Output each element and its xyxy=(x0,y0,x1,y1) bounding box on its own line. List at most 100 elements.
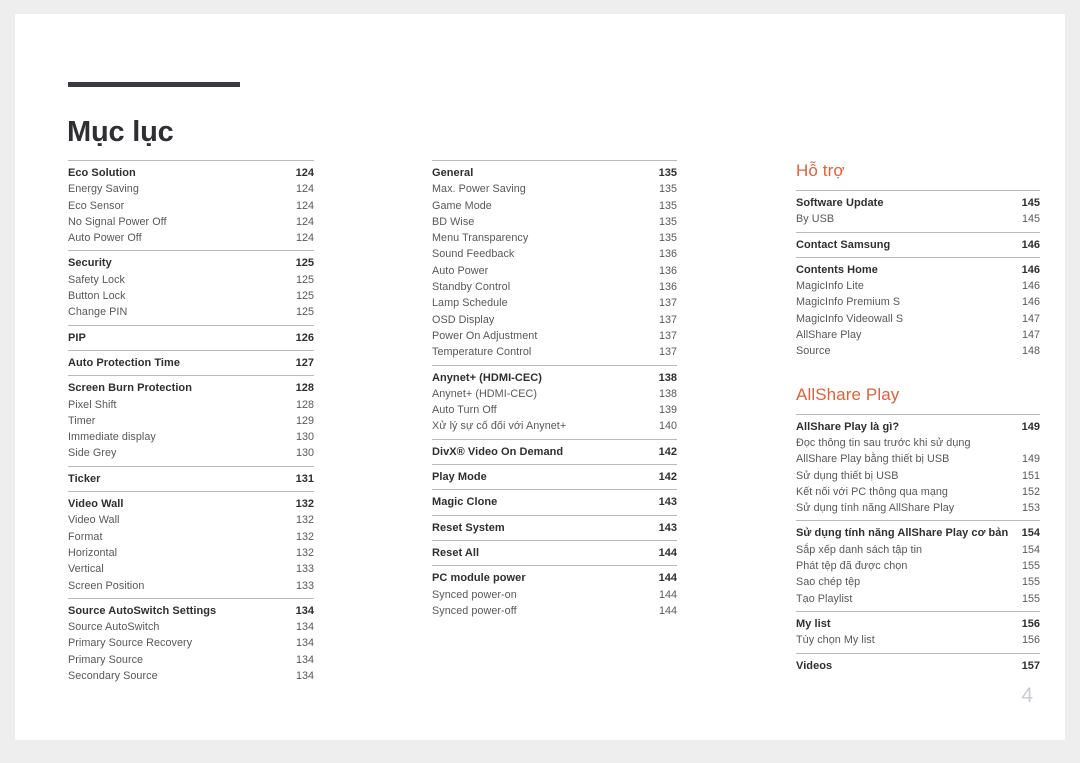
toc-entry[interactable]: Kết nối với PC thông qua mạng 152 xyxy=(796,484,1040,500)
toc-entry[interactable]: Auto Power Off 124 xyxy=(68,230,314,246)
toc-entry-heading[interactable]: My list 156 xyxy=(796,616,1040,632)
toc-entry-page-number: 155 xyxy=(1021,560,1040,573)
toc-entry[interactable]: Menu Transparency 135 xyxy=(432,230,677,246)
toc-entry[interactable]: Video Wall 132 xyxy=(68,512,314,528)
toc-entry[interactable]: Sound Feedback 136 xyxy=(432,246,677,262)
toc-entry-label: Menu Transparency xyxy=(432,232,529,245)
toc-entry[interactable]: By USB 145 xyxy=(796,211,1040,227)
toc-entry-heading[interactable]: Reset System 143 xyxy=(432,520,677,536)
toc-entry-heading[interactable]: Screen Burn Protection 128 xyxy=(68,380,314,396)
toc-entry[interactable]: Secondary Source 134 xyxy=(68,668,314,684)
toc-entry[interactable]: Format 132 xyxy=(68,529,314,545)
toc-entry-page-number: 128 xyxy=(295,382,314,395)
toc-entry[interactable]: Lamp Schedule 137 xyxy=(432,295,677,311)
toc-entry[interactable]: Power On Adjustment 137 xyxy=(432,328,677,344)
toc-entry-heading[interactable]: AllShare Play là gì? 149 xyxy=(796,419,1040,435)
toc-entry-page-number: 135 xyxy=(658,183,677,196)
toc-entry-label: Contents Home xyxy=(796,263,878,276)
toc-entry[interactable]: OSD Display 137 xyxy=(432,312,677,328)
toc-entry-heading[interactable]: Video Wall 132 xyxy=(68,496,314,512)
toc-entry[interactable]: Change PIN 125 xyxy=(68,304,314,320)
toc-entry[interactable]: Vertical 133 xyxy=(68,561,314,577)
toc-entry[interactable]: Temperature Control 137 xyxy=(432,344,677,360)
toc-entry-page-number: 132 xyxy=(295,546,314,559)
toc-entry-heading[interactable]: Software Update 145 xyxy=(796,195,1040,211)
toc-entry[interactable]: Synced power-off 144 xyxy=(432,603,677,619)
toc-entry[interactable]: Energy Saving 124 xyxy=(68,181,314,197)
toc-entry-label: BD Wise xyxy=(432,215,475,228)
toc-entry-page-number: 156 xyxy=(1021,634,1040,647)
toc-entry-label: Ticker xyxy=(68,472,101,485)
toc-entry-heading[interactable]: Contact Samsung 146 xyxy=(796,237,1040,253)
toc-entry[interactable]: MagicInfo Premium S 146 xyxy=(796,294,1040,310)
toc-entry[interactable]: Side Grey 130 xyxy=(68,445,314,461)
toc-entry[interactable]: Xử lý sự cố đối với Anynet+ 140 xyxy=(432,418,677,434)
toc-entry-heading[interactable]: Play Mode 142 xyxy=(432,469,677,485)
toc-entry-heading[interactable]: Reset All 144 xyxy=(432,545,677,561)
toc-entry-label: Reset System xyxy=(432,521,505,534)
toc-entry[interactable]: Sắp xếp danh sách tập tin 154 xyxy=(796,542,1040,558)
toc-entry[interactable]: Phát tệp đã được chọn 155 xyxy=(796,558,1040,574)
toc-entry-heading[interactable]: Sử dụng tính năng AllShare Play cơ bản 15… xyxy=(796,525,1040,541)
toc-entry[interactable]: Anynet+ (HDMI-CEC) 138 xyxy=(432,386,677,402)
toc-entry[interactable]: Auto Power 136 xyxy=(432,263,677,279)
toc-entry[interactable]: Game Mode 135 xyxy=(432,198,677,214)
toc-entry-page-number: 142 xyxy=(658,471,677,484)
toc-entry-page-number: 142 xyxy=(658,445,677,458)
toc-entry[interactable]: AllShare Play 147 xyxy=(796,327,1040,343)
toc-entry-heading[interactable]: DivX® Video On Demand 142 xyxy=(432,444,677,460)
toc-group: PC module power 144 Synced power-on 144 Sync… xyxy=(432,565,677,623)
toc-entry[interactable]: Auto Turn Off 139 xyxy=(432,402,677,418)
toc-entry-label: Horizontal xyxy=(68,546,118,559)
toc-entry-heading[interactable]: Source AutoSwitch Settings 134 xyxy=(68,603,314,619)
toc-entry-heading[interactable]: Magic Clone 143 xyxy=(432,494,677,510)
toc-entry[interactable]: Safety Lock 125 xyxy=(68,272,314,288)
toc-entry[interactable]: Primary Source Recovery 134 xyxy=(68,635,314,651)
toc-entry[interactable]: Source AutoSwitch 134 xyxy=(68,619,314,635)
toc-entry[interactable]: Eco Sensor 124 xyxy=(68,198,314,214)
toc-entry[interactable]: Sử dụng tính năng AllShare Play 153 xyxy=(796,500,1040,516)
toc-entry[interactable]: Sử dụng thiết bị USB 151 xyxy=(796,468,1040,484)
toc-entry-heading[interactable]: Contents Home 146 xyxy=(796,262,1040,278)
toc-group: Reset System 143 xyxy=(432,514,677,540)
toc-entry-page-number: 128 xyxy=(295,398,314,411)
toc-entry[interactable]: Source 148 xyxy=(796,343,1040,359)
toc-entry-heading[interactable]: Videos 157 xyxy=(796,658,1040,674)
toc-entry-heading[interactable]: Anynet+ (HDMI-CEC) 138 xyxy=(432,370,677,386)
toc-entry[interactable]: AllShare Play bằng thiết bị USB 149 xyxy=(796,451,1040,467)
toc-entry[interactable]: Đọc thông tin sau trước khi sử dụng xyxy=(796,435,1040,451)
toc-entry-heading[interactable]: Eco Solution 124 xyxy=(68,165,314,181)
toc-entry[interactable]: Tạo Playlist 155 xyxy=(796,591,1040,607)
toc-group: DivX® Video On Demand 142 xyxy=(432,438,677,464)
toc-entry[interactable]: No Signal Power Off 124 xyxy=(68,214,314,230)
toc-entry[interactable]: Immediate display 130 xyxy=(68,429,314,445)
toc-entry-heading[interactable]: PIP 126 xyxy=(68,330,314,346)
toc-entry-label: Standby Control xyxy=(432,281,511,294)
toc-entry[interactable]: BD Wise 135 xyxy=(432,214,677,230)
toc-entry[interactable]: Tùy chọn My list 156 xyxy=(796,632,1040,648)
toc-entry-page-number: 149 xyxy=(1021,453,1040,466)
toc-entry[interactable]: Horizontal 132 xyxy=(68,545,314,561)
toc-entry[interactable]: MagicInfo Videowall S 147 xyxy=(796,311,1040,327)
toc-entry[interactable]: Sao chép tệp 155 xyxy=(796,574,1040,590)
toc-entry-heading[interactable]: General 135 xyxy=(432,165,677,181)
toc-entry-heading[interactable]: Security 125 xyxy=(68,255,314,271)
toc-entry[interactable]: Standby Control 136 xyxy=(432,279,677,295)
toc-entry-heading[interactable]: Ticker 131 xyxy=(68,471,314,487)
toc-entry[interactable]: MagicInfo Lite 146 xyxy=(796,278,1040,294)
toc-entry-page-number: 129 xyxy=(295,414,314,427)
toc-entry[interactable]: Timer 129 xyxy=(68,413,314,429)
toc-entry-page-number: 133 xyxy=(295,563,314,576)
toc-entry[interactable]: Button Lock 125 xyxy=(68,288,314,304)
toc-entry[interactable]: Pixel Shift 128 xyxy=(68,397,314,413)
toc-group: Contact Samsung 146 xyxy=(796,231,1040,257)
toc-entry-heading[interactable]: PC module power 144 xyxy=(432,570,677,586)
toc-entry[interactable]: Max. Power Saving 135 xyxy=(432,181,677,197)
toc-entry[interactable]: Synced power-on 144 xyxy=(432,587,677,603)
toc-entry[interactable]: Screen Position 133 xyxy=(68,578,314,594)
toc-group: Screen Burn Protection 128 Pixel Shift 128 T… xyxy=(68,375,314,465)
page-title: Mục lục xyxy=(67,116,174,149)
toc-entry-heading[interactable]: Auto Protection Time 127 xyxy=(68,355,314,371)
toc-entry[interactable]: Primary Source 134 xyxy=(68,652,314,668)
toc-entry-page-number: 132 xyxy=(295,514,314,527)
